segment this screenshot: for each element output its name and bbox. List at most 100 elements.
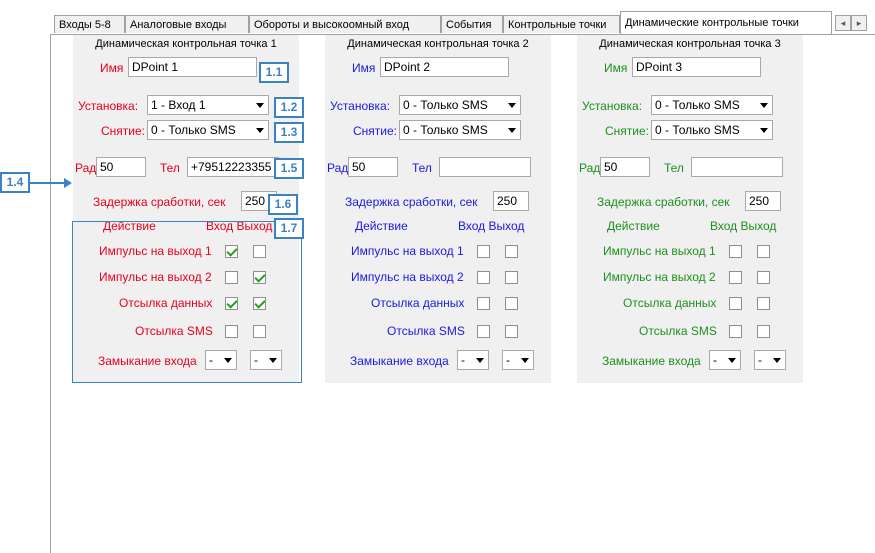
- phone-input[interactable]: +79512223355: [187, 157, 279, 177]
- radius-input[interactable]: 50: [600, 157, 650, 177]
- callout-1-3: 1.3: [274, 122, 304, 143]
- input-checkbox-4[interactable]: [729, 325, 742, 338]
- input-checkbox-2[interactable]: [477, 271, 490, 284]
- tab-scroll-right-icon[interactable]: ▸: [851, 15, 867, 31]
- phone-label: Тел: [664, 161, 684, 175]
- radius-label: Рад: [75, 161, 97, 175]
- inout-header: Вход Выход: [710, 219, 777, 233]
- close-input-select[interactable]: -: [709, 350, 741, 370]
- inout-header: Вход Выход: [458, 219, 525, 233]
- tab-label: Аналоговые входы: [130, 19, 227, 31]
- input-checkbox-3[interactable]: [477, 297, 490, 310]
- install-select[interactable]: 1 - Вход 1: [147, 95, 269, 115]
- install-label: Установка:: [330, 99, 391, 113]
- radius-input[interactable]: 50: [96, 157, 146, 177]
- action-label-4: Отсылка SMS: [639, 324, 717, 338]
- close-output-value: -: [758, 353, 762, 367]
- install-value: 0 - Только SMS: [655, 98, 740, 112]
- close-output-select[interactable]: -: [502, 350, 534, 370]
- callout-1-1: 1.1: [259, 62, 289, 83]
- install-label: Установка:: [78, 99, 139, 113]
- phone-label: Тел: [412, 161, 432, 175]
- close-input-select[interactable]: -: [457, 350, 489, 370]
- tab-rpm-highohm[interactable]: Обороты и высокоомный вход: [249, 15, 441, 33]
- callout-1-6: 1.6: [268, 194, 298, 215]
- callout-1-4-arrow: [30, 182, 68, 184]
- radius-label: Рад: [579, 161, 601, 175]
- name-label: Имя: [604, 61, 628, 75]
- phone-input[interactable]: [691, 157, 783, 177]
- output-checkbox-4[interactable]: [505, 325, 518, 338]
- chevron-down-icon: [728, 358, 736, 363]
- action-label-3: Отсылка данных: [371, 296, 465, 310]
- install-value: 1 - Вход 1: [151, 98, 206, 112]
- phone-input[interactable]: [439, 157, 531, 177]
- output-checkbox-1[interactable]: [757, 245, 770, 258]
- tab-dynamic-checkpoints[interactable]: Динамические контрольные точки: [620, 11, 832, 34]
- name-input[interactable]: DPoint 1: [128, 57, 257, 77]
- input-checkbox-4[interactable]: [477, 325, 490, 338]
- tab-label: Обороты и высокоомный вход: [254, 19, 410, 31]
- install-select[interactable]: 0 - Только SMS: [399, 95, 521, 115]
- group-title: Динамическая контрольная точка 3: [599, 38, 781, 50]
- action-label-1: Импульс на выход 1: [351, 244, 464, 258]
- install-select[interactable]: 0 - Только SMS: [651, 95, 773, 115]
- output-checkbox-4[interactable]: [757, 325, 770, 338]
- action-label-4: Отсылка SMS: [387, 324, 465, 338]
- callout-1-2: 1.2: [274, 97, 304, 118]
- delay-label: Задержка сработки, сек: [345, 195, 478, 209]
- action-label-2: Импульс на выход 2: [603, 270, 716, 284]
- delay-input[interactable]: 250: [493, 191, 529, 211]
- remove-value: 0 - Только SMS: [403, 123, 488, 137]
- tab-scroll-left-icon[interactable]: ◂: [835, 15, 851, 31]
- actions-highlight-box: [72, 221, 302, 383]
- output-checkbox-2[interactable]: [505, 271, 518, 284]
- install-label: Установка:: [582, 99, 643, 113]
- tab-label: Динамические контрольные точки: [625, 17, 799, 29]
- input-checkbox-1[interactable]: [477, 245, 490, 258]
- remove-label: Снятие:: [101, 124, 145, 138]
- tab-inputs-5-8[interactable]: Входы 5-8: [54, 15, 125, 33]
- input-checkbox-1[interactable]: [729, 245, 742, 258]
- phone-label: Тел: [160, 161, 180, 175]
- name-label: Имя: [100, 61, 124, 75]
- callout-1-5: 1.5: [274, 158, 304, 179]
- action-header: Действие: [355, 219, 408, 233]
- chevron-down-icon: [760, 128, 768, 133]
- close-output-value: -: [506, 353, 510, 367]
- chevron-down-icon: [760, 103, 768, 108]
- remove-select[interactable]: 0 - Только SMS: [651, 120, 773, 140]
- close-output-select[interactable]: -: [754, 350, 786, 370]
- checkpoint-group-3: Динамическая контрольная точка 3 Имя DPoin…: [577, 35, 803, 383]
- output-checkbox-3[interactable]: [505, 297, 518, 310]
- arrow-head-icon: [64, 178, 72, 188]
- action-label-3: Отсылка данных: [623, 296, 717, 310]
- input-checkbox-2[interactable]: [729, 271, 742, 284]
- tab-events[interactable]: События: [441, 15, 503, 33]
- remove-select[interactable]: 0 - Только SMS: [147, 120, 269, 140]
- close-input-value: -: [461, 353, 465, 367]
- group-title: Динамическая контрольная точка 2: [347, 38, 529, 50]
- close-input-label: Замыкание входа: [602, 354, 701, 368]
- chevron-down-icon: [773, 358, 781, 363]
- tab-label: Контрольные точки: [508, 19, 607, 31]
- radius-input[interactable]: 50: [348, 157, 398, 177]
- output-checkbox-2[interactable]: [757, 271, 770, 284]
- input-checkbox-3[interactable]: [729, 297, 742, 310]
- name-input[interactable]: DPoint 2: [380, 57, 509, 77]
- name-label: Имя: [352, 61, 376, 75]
- output-checkbox-1[interactable]: [505, 245, 518, 258]
- action-label-1: Импульс на выход 1: [603, 244, 716, 258]
- chevron-down-icon: [256, 103, 264, 108]
- delay-label: Задержка сработки, сек: [93, 195, 226, 209]
- tab-checkpoints[interactable]: Контрольные точки: [503, 15, 620, 33]
- chevron-down-icon: [508, 128, 516, 133]
- delay-input[interactable]: 250: [745, 191, 781, 211]
- checkpoint-group-2: Динамическая контрольная точка 2 Имя DPoin…: [325, 35, 551, 383]
- remove-select[interactable]: 0 - Только SMS: [399, 120, 521, 140]
- name-input[interactable]: DPoint 3: [632, 57, 761, 77]
- chevron-down-icon: [521, 358, 529, 363]
- tab-analog-inputs[interactable]: Аналоговые входы: [125, 15, 249, 33]
- tab-label: Входы 5-8: [59, 19, 111, 31]
- output-checkbox-3[interactable]: [757, 297, 770, 310]
